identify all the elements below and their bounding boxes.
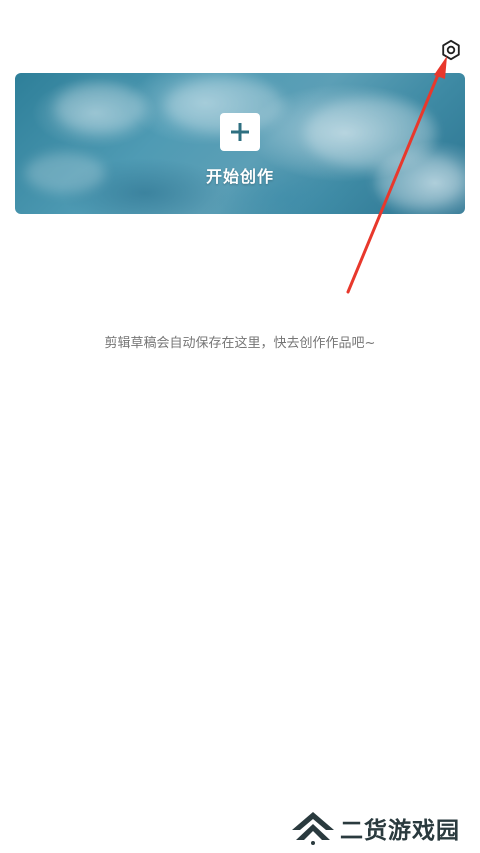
empty-drafts-hint: 剪辑草稿会自动保存在这里，快去创作作品吧~ xyxy=(104,336,376,351)
watermark: 二货游戏园 xyxy=(290,808,460,848)
gear-icon xyxy=(442,39,460,61)
settings-button[interactable] xyxy=(437,36,465,64)
plus-icon xyxy=(231,123,249,141)
cloud-decoration xyxy=(55,83,145,133)
add-project-button[interactable] xyxy=(220,113,260,151)
watermark-logo-icon xyxy=(292,812,334,845)
start-creation-label: 开始创作 xyxy=(205,167,274,186)
watermark-text: 二货游戏园 xyxy=(340,818,460,844)
